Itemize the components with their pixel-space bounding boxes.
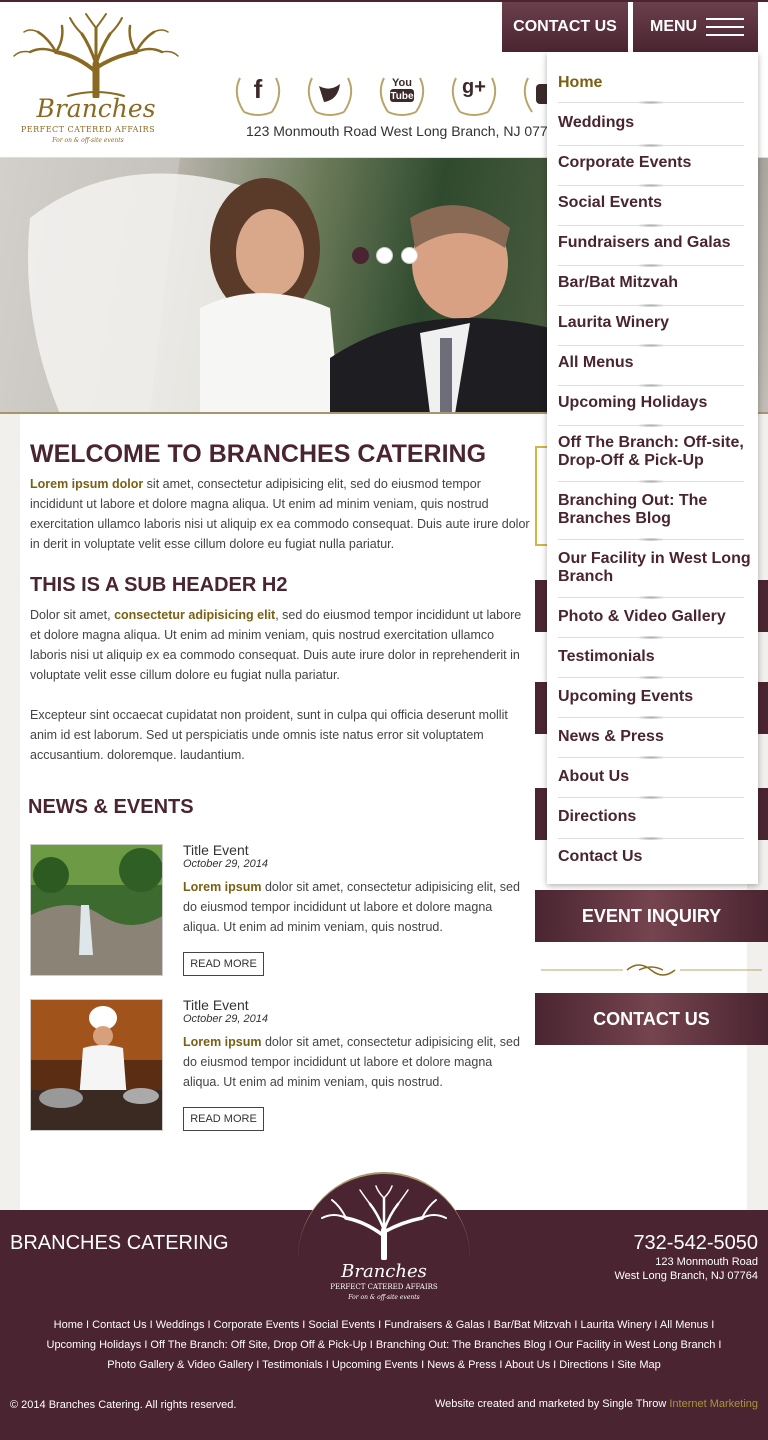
- svg-text:Tube: Tube: [390, 91, 414, 102]
- logo-subtagline: For on & off-site events: [52, 137, 124, 144]
- sub-paragraph-bold: consectetur adipisicing elit: [114, 608, 276, 622]
- menu-separator: [558, 796, 744, 799]
- menu-item-testimonials[interactable]: Testimonials: [558, 648, 754, 666]
- news-events-heading: NEWS & EVENTS: [28, 796, 194, 818]
- menu-item-all-menus[interactable]: All Menus: [558, 354, 754, 372]
- menu-separator: [558, 636, 744, 639]
- sub-paragraph-start: Dolor sit amet,: [30, 608, 115, 622]
- page-title: WELCOME TO BRANCHES CATERING: [30, 440, 487, 468]
- branches-logo[interactable]: Branches PERFECT CATERED AFFAIRS For on …: [8, 12, 188, 152]
- read-more-button[interactable]: READ MORE: [183, 952, 264, 976]
- hamburger-icon: [706, 18, 744, 42]
- menu-separator: [558, 480, 744, 483]
- main-menu-dropdown: Home Weddings Corporate Events Social Ev…: [547, 52, 758, 884]
- footer-address-line2: West Long Branch, NJ 07764: [614, 1270, 759, 1282]
- copyright-text: © 2014 Branches Catering. All rights res…: [10, 1399, 237, 1411]
- contact-us-button[interactable]: CONTACT US: [502, 2, 628, 52]
- header-address: 123 Monmouth Road West Long Branch, NJ 0…: [246, 123, 548, 139]
- menu-separator: [558, 264, 744, 267]
- menu-item-news-press[interactable]: News & Press: [558, 728, 754, 746]
- menu-separator: [558, 716, 744, 719]
- event-title[interactable]: Title Event: [183, 997, 249, 1013]
- menu-separator: [558, 756, 744, 759]
- menu-item-upcoming-events[interactable]: Upcoming Events: [558, 688, 754, 706]
- footer-company-name: BRANCHES CATERING: [10, 1232, 229, 1254]
- youtube-icon[interactable]: You Tube: [374, 66, 430, 120]
- read-more-button[interactable]: READ MORE: [183, 1107, 264, 1131]
- menu-item-laurita-winery[interactable]: Laurita Winery: [558, 314, 754, 332]
- menu-separator: [558, 101, 744, 104]
- footer-links-row-2[interactable]: Upcoming Holidays I Off The Branch: Off …: [0, 1339, 768, 1351]
- menu-separator: [558, 837, 744, 840]
- menu-item-blog[interactable]: Branching Out: The Branches Blog: [558, 492, 754, 528]
- footer-logo-subtagline: For on & off-site events: [348, 1294, 420, 1301]
- menu-item-gallery[interactable]: Photo & Video Gallery: [558, 608, 754, 626]
- menu-item-off-the-branch[interactable]: Off The Branch: Off-site, Drop-Off & Pic…: [558, 434, 754, 470]
- menu-item-about-us[interactable]: About Us: [558, 768, 754, 786]
- tree-logo-icon: [13, 13, 179, 100]
- menu-item-directions[interactable]: Directions: [558, 808, 754, 826]
- menu-separator: [558, 424, 744, 427]
- menu-separator: [558, 224, 744, 227]
- ornament-divider-icon: [541, 964, 762, 976]
- footer-links-row-3[interactable]: Photo Gallery & Video Gallery I Testimon…: [0, 1359, 768, 1371]
- intro-paragraph: Lorem ipsum dolor sit amet, consectetur …: [30, 474, 530, 554]
- menu-separator: [558, 676, 744, 679]
- menu-item-contact-us[interactable]: Contact Us: [558, 848, 754, 866]
- menu-separator: [558, 596, 744, 599]
- sidebar-contact-us-button[interactable]: CONTACT US: [535, 993, 768, 1045]
- google-plus-icon[interactable]: g+: [446, 66, 502, 120]
- internet-marketing-link[interactable]: Internet Marketing: [669, 1398, 758, 1410]
- slider-dot-1[interactable]: [352, 247, 369, 264]
- menu-separator: [558, 144, 744, 147]
- sub-paragraph: Dolor sit amet, consectetur adipisicing …: [30, 605, 530, 685]
- menu-item-weddings[interactable]: Weddings: [558, 114, 754, 132]
- menu-item-home[interactable]: Home: [558, 74, 754, 92]
- footer-tree-logo-icon: [321, 1185, 447, 1261]
- twitter-icon[interactable]: [302, 66, 358, 120]
- footer-links-row-1[interactable]: Home I Contact Us I Weddings I Corporate…: [0, 1319, 768, 1331]
- excerpt-paragraph: Excepteur sint occaecat cupidatat non pr…: [30, 708, 508, 762]
- logo-brand-text: Branches: [36, 94, 156, 123]
- slider-dot-3[interactable]: [401, 247, 418, 264]
- footer-logo-badge[interactable]: [298, 1172, 470, 1261]
- menu-separator: [558, 384, 744, 387]
- menu-button[interactable]: MENU: [633, 2, 758, 52]
- event-inquiry-button[interactable]: EVENT INQUIRY: [535, 890, 768, 942]
- footer-logo-tagline: PERFECT CATERED AFFAIRS: [330, 1283, 438, 1291]
- facebook-icon[interactable]: f: [230, 66, 286, 120]
- menu-separator: [558, 344, 744, 347]
- menu-separator: [558, 304, 744, 307]
- menu-item-upcoming-holidays[interactable]: Upcoming Holidays: [558, 394, 754, 412]
- event-thumbnail-waterfall[interactable]: [30, 844, 163, 976]
- event-title[interactable]: Title Event: [183, 842, 249, 858]
- event-date: October 29, 2014: [183, 858, 269, 870]
- menu-item-social-events[interactable]: Social Events: [558, 194, 754, 212]
- menu-item-fundraisers[interactable]: Fundraisers and Galas: [558, 234, 754, 252]
- site-credit: Website created and marketed by Single T…: [435, 1398, 758, 1410]
- menu-separator: [558, 538, 744, 541]
- event-summary: Lorem ipsum dolor sit amet, consectetur …: [183, 1032, 523, 1092]
- menu-item-facility[interactable]: Our Facility in West Long Branch: [558, 550, 754, 586]
- logo-tagline: PERFECT CATERED AFFAIRS: [20, 125, 156, 134]
- menu-item-bar-bat-mitzvah[interactable]: Bar/Bat Mitzvah: [558, 274, 754, 292]
- credit-prefix: Website created and marketed by Single T…: [434, 1398, 670, 1410]
- menu-item-corporate-events[interactable]: Corporate Events: [558, 154, 754, 172]
- event-summary-bold: Lorem ipsum: [183, 880, 262, 894]
- menu-separator: [558, 184, 744, 187]
- svg-text:You: You: [392, 77, 412, 89]
- event-date: October 29, 2014: [183, 1013, 269, 1025]
- event-summary: Lorem ipsum dolor sit amet, consectetur …: [183, 877, 523, 937]
- footer-address-line1: 123 Monmouth Road: [655, 1256, 758, 1268]
- sub-header: THIS IS A SUB HEADER H2: [30, 574, 288, 596]
- menu-label: MENU: [650, 18, 698, 35]
- footer-logo-brand: Branches: [341, 1261, 427, 1282]
- event-thumbnail-chef[interactable]: [30, 999, 163, 1131]
- slider-dot-2[interactable]: [376, 247, 393, 264]
- intro-bold: Lorem ipsum dolor: [30, 477, 144, 491]
- footer-phone[interactable]: 732-542-5050: [633, 1232, 758, 1255]
- event-summary-bold: Lorem ipsum: [183, 1035, 262, 1049]
